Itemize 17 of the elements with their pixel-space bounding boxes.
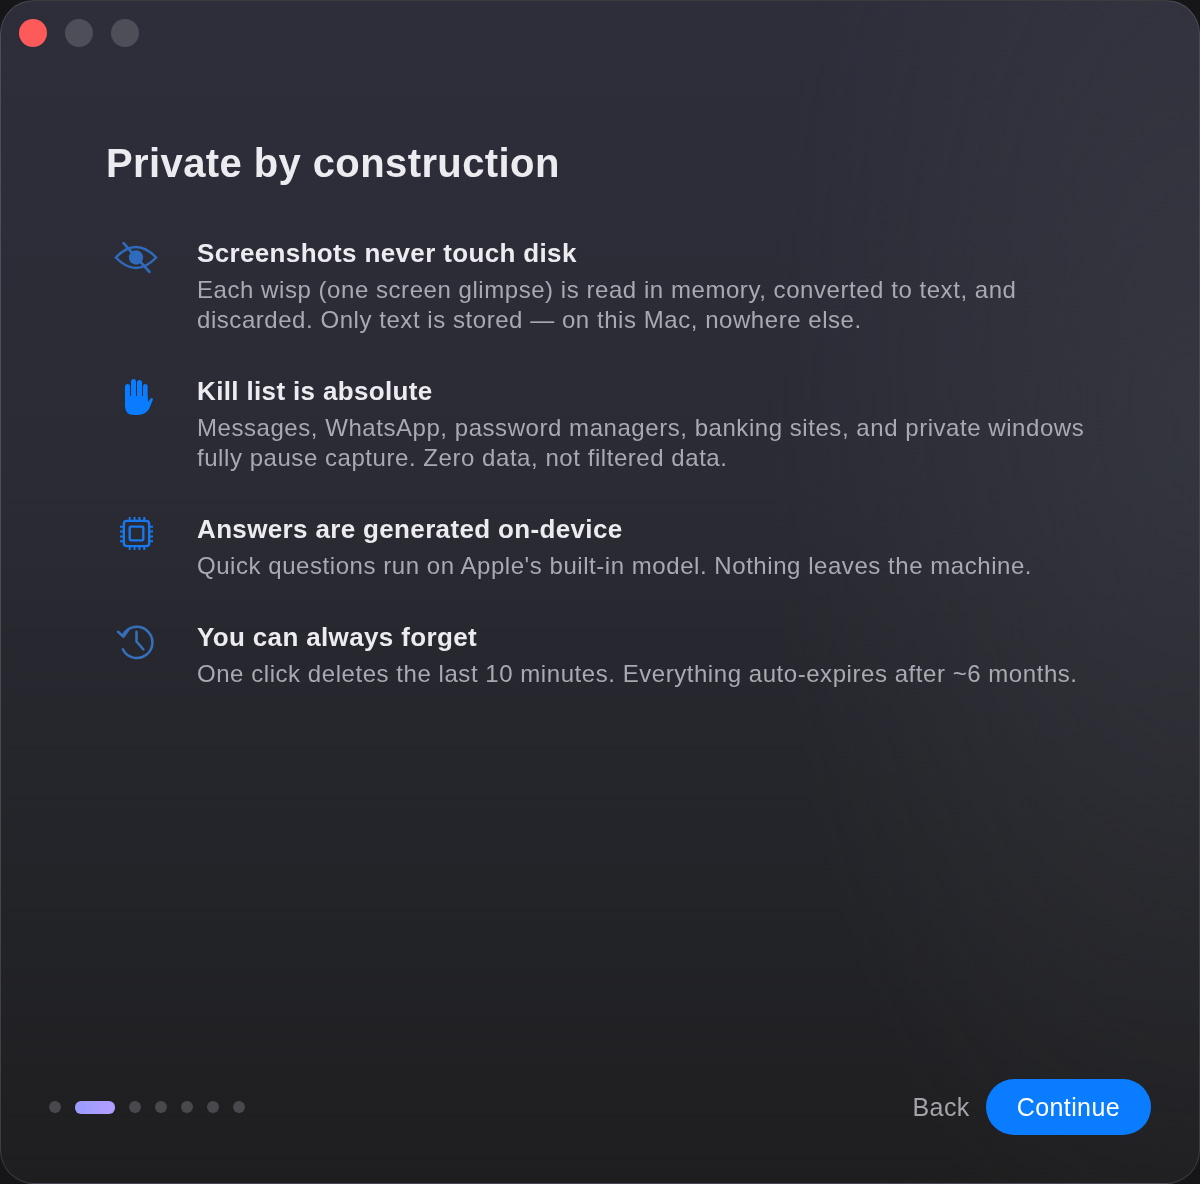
page-title: Private by construction <box>106 140 560 187</box>
history-clock-icon <box>116 623 155 660</box>
back-button[interactable]: Back <box>908 1084 974 1130</box>
feature-title: Kill list is absolute <box>197 376 433 406</box>
zoom-button[interactable] <box>111 19 139 47</box>
feature-description: One click deletes the last 10 minutes. Everything auto-expires after ~6 months. <box>197 659 1078 689</box>
close-button[interactable] <box>19 19 47 47</box>
feature-title: You can always forget <box>197 622 477 652</box>
chip-icon <box>119 516 154 551</box>
feature-description: Messages, WhatsApp, password managers, banking sites, and private windows fully pause capture. Zero data, not filtered data. <box>197 413 1086 473</box>
minimize-button[interactable] <box>65 19 93 47</box>
feature-title: Answers are generated on-device <box>197 514 623 544</box>
feature-description: Quick questions run on Apple's built-in model. Nothing leaves the machine. <box>197 551 1033 581</box>
feature-description: Each wisp (one screen glimpse) is read in memory, converted to text, and discarded. Only text is stored — on this Mac, nowhere else. <box>197 275 1018 335</box>
continue-button[interactable]: Continue <box>985 1079 1151 1135</box>
feature-title: Screenshots never touch disk <box>197 238 577 268</box>
eye-slash-icon <box>113 241 159 274</box>
